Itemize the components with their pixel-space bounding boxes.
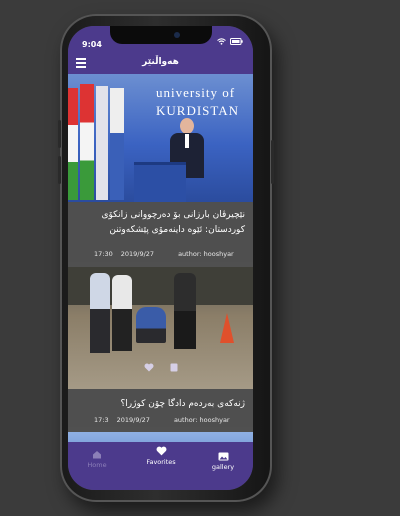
- tab-home[interactable]: Home: [72, 450, 122, 469]
- news-card[interactable]: university of KURDISTAN نێچیرڤان بارزانی…: [68, 74, 253, 262]
- heart-icon[interactable]: [144, 363, 154, 372]
- tab-home-label: Home: [87, 461, 107, 469]
- flag: [110, 88, 124, 200]
- traffic-cone: [220, 313, 234, 343]
- flag: [68, 88, 78, 200]
- status-time: 9:04: [82, 40, 102, 49]
- volume-button: [58, 120, 61, 148]
- phone-screen: 9:04 هەواڵنێر university of KURDISTAN نێ…: [68, 26, 253, 490]
- news-image[interactable]: [68, 267, 253, 389]
- news-card[interactable]: ژنەکەی بەردەم دادگا چۆن کوژرا؟ 17:3 2019…: [68, 267, 253, 427]
- person-figure: [136, 307, 166, 343]
- news-date: 2019/9/27: [116, 416, 150, 424]
- person-figure: [174, 273, 196, 349]
- volume-button: [58, 156, 61, 184]
- battery-icon: [230, 38, 243, 45]
- system-icons: [217, 38, 243, 45]
- person-figure: [112, 275, 132, 351]
- tab-favorites-label: Favorites: [146, 458, 176, 466]
- news-author: author: hooshyar: [178, 250, 234, 258]
- status-bar: 9:04: [68, 26, 253, 52]
- app-title: هەواڵنێر: [142, 57, 179, 67]
- app-bar: هەواڵنێر: [68, 52, 253, 74]
- news-headline[interactable]: ژنەکەی بەردەم دادگا چۆن کوژرا؟: [76, 397, 245, 412]
- home-icon: [93, 451, 101, 459]
- tab-favorites[interactable]: Favorites: [136, 446, 186, 466]
- news-image[interactable]: university of KURDISTAN: [68, 74, 253, 202]
- flag: [96, 86, 108, 200]
- news-meta: 17:30 2019/9/27 author: hooshyar: [94, 250, 234, 258]
- image-icon: [218, 452, 228, 461]
- news-time: 17:3: [94, 416, 109, 424]
- banner-text: university of KURDISTAN: [156, 85, 240, 118]
- news-feed[interactable]: university of KURDISTAN نێچیرڤان بارزانی…: [68, 74, 253, 442]
- news-headline[interactable]: نێچیرڤان بارزانی بۆ دەرچووانی زانکۆی کور…: [76, 208, 245, 238]
- heart-icon: [156, 446, 166, 456]
- wifi-icon: [217, 38, 226, 45]
- bottom-tab-bar: Home Favorites gallery: [68, 442, 253, 490]
- news-meta: 17:3 2019/9/27 author: hooshyar: [94, 416, 230, 424]
- tab-gallery[interactable]: gallery: [198, 452, 248, 471]
- podium: [134, 162, 186, 202]
- news-date: 2019/9/27: [120, 250, 155, 258]
- camera-icon: [174, 32, 180, 38]
- news-author: author: hooshyar: [173, 416, 230, 424]
- news-time: 17:30: [94, 250, 113, 258]
- news-card[interactable]: [68, 432, 253, 442]
- power-button: [271, 140, 274, 184]
- tab-gallery-label: gallery: [211, 463, 235, 471]
- flag: [80, 84, 94, 200]
- notch: [110, 26, 212, 44]
- bookmark-icon[interactable]: [170, 363, 178, 372]
- person-figure: [90, 273, 110, 353]
